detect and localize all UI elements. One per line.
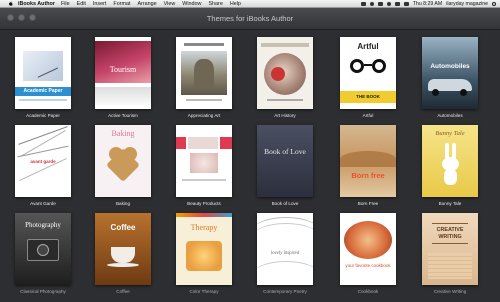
- cover-title: Artful: [357, 42, 379, 51]
- theme-cover: [176, 125, 232, 197]
- bluetooth-icon[interactable]: [377, 2, 383, 6]
- menu-edit[interactable]: Edit: [77, 1, 86, 7]
- theme-cover: Tourism: [95, 37, 151, 109]
- cover-title: Photography: [25, 221, 61, 229]
- theme-label: Bunny Tale: [438, 201, 462, 206]
- theme-label: Academic Paper: [26, 113, 60, 118]
- theme-cover: Book of Love: [257, 125, 313, 197]
- cover-title: Coffee: [110, 223, 136, 232]
- cover-title: Automobiles: [430, 63, 470, 70]
- theme-grid: Academic Paper Academic Paper Tourism Ac…: [0, 30, 500, 302]
- cover-title: avant garde: [30, 159, 56, 164]
- theme-cover: Baking: [95, 125, 151, 197]
- theme-cover: Artful THE BOOK: [340, 37, 396, 109]
- theme-cover: [257, 37, 313, 109]
- theme-cover: Therapy: [176, 213, 232, 285]
- theme-label: Born Free: [357, 201, 379, 206]
- theme-cover: Born free: [340, 125, 396, 197]
- cover-title: Tourism: [109, 65, 137, 74]
- battery-icon[interactable]: [403, 2, 409, 6]
- theme-cover: Automobiles: [422, 37, 478, 109]
- window-titlebar: Themes for iBooks Author: [0, 8, 500, 30]
- menu-view[interactable]: View: [164, 1, 176, 7]
- theme-cover: CREATIVE WRITING: [422, 213, 478, 285]
- cover-title: CREATIVE WRITING: [436, 227, 464, 240]
- theme-label: Baking: [115, 201, 131, 206]
- theme-cover: [176, 37, 232, 109]
- theme-label: Art History: [274, 113, 296, 118]
- menu-window[interactable]: Window: [182, 1, 201, 7]
- theme-cover: Bunny Tale: [422, 125, 478, 197]
- time-machine-icon[interactable]: [369, 2, 374, 6]
- cover-title: Academic Paper: [15, 87, 71, 96]
- menu-user[interactable]: ilaryday magazine: [446, 1, 488, 7]
- menu-bar: iBooks Author File Edit Insert Format Ar…: [0, 0, 500, 8]
- theme-cover: Photography: [15, 213, 71, 285]
- theme-cover: lovely inspired: [257, 213, 313, 285]
- theme-cover: Academic Paper: [15, 37, 71, 109]
- spotlight-icon[interactable]: [492, 2, 496, 6]
- menu-file[interactable]: File: [61, 1, 70, 7]
- menu-extras: Thu 8:29 AM ilaryday magazine: [360, 0, 496, 8]
- cover-title: Book of Love: [264, 147, 306, 156]
- theme-label: Appreciating Art: [187, 113, 221, 118]
- theme-cover: your favorite cookbook: [340, 213, 396, 285]
- theme-label: Book of Love: [271, 201, 299, 206]
- theme-label: Automobiles: [437, 113, 463, 118]
- cover-subtitle: THE BOOK: [340, 91, 396, 103]
- cover-title: lovely inspired: [270, 251, 300, 256]
- window-title: Themes for iBooks Author: [206, 14, 294, 23]
- wifi-icon[interactable]: [386, 2, 391, 6]
- theme-cover: avant garde: [15, 125, 71, 197]
- menu-format[interactable]: Format: [113, 1, 130, 7]
- menu-arrange[interactable]: Arrange: [137, 1, 156, 7]
- cover-title: Bunny Tale: [435, 130, 465, 137]
- menu-share[interactable]: Share: [208, 1, 222, 7]
- theme-label: Artful: [362, 113, 374, 118]
- apple-icon[interactable]: [8, 1, 13, 6]
- theme-label: Active Tourism: [108, 113, 138, 118]
- cover-title: Born free: [351, 171, 385, 180]
- scroll-fade: [0, 286, 500, 302]
- menu-help[interactable]: Help: [230, 1, 241, 7]
- cover-title: your favorite cookbook: [345, 263, 391, 268]
- dropbox-icon[interactable]: [360, 2, 366, 6]
- theme-label: Avant Garde: [30, 201, 56, 206]
- menu-app-name[interactable]: iBooks Author: [18, 1, 55, 7]
- cover-title: Therapy: [190, 223, 218, 232]
- theme-cover: Coffee: [95, 213, 151, 285]
- cover-title: Baking: [111, 129, 135, 138]
- menu-insert[interactable]: Insert: [93, 1, 106, 7]
- menu-clock[interactable]: Thu 8:29 AM: [413, 1, 442, 7]
- theme-label: Beauty Products: [187, 201, 221, 206]
- volume-icon[interactable]: [394, 2, 400, 6]
